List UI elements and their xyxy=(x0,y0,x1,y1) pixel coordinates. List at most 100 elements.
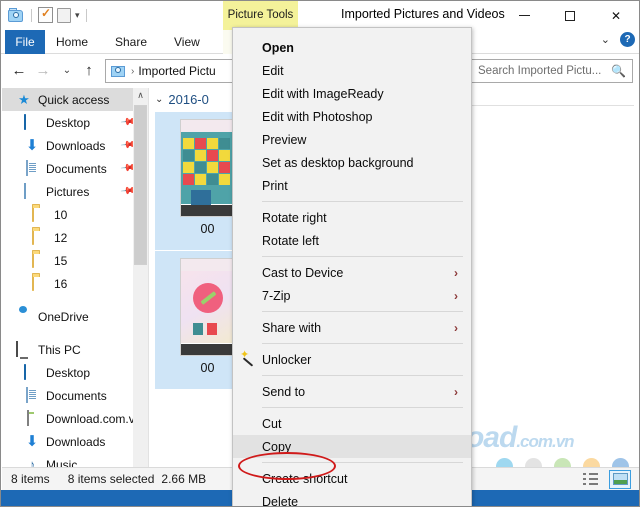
sidebar-item-pc-desktop[interactable]: Desktop xyxy=(2,361,148,384)
search-placeholder: Search Imported Pictu... xyxy=(478,65,601,77)
watermark-domain: .com.vn xyxy=(516,432,573,451)
chevron-down-icon[interactable]: ⌄ xyxy=(601,33,610,46)
context-menu-item-7-zip[interactable]: 7-Zip › xyxy=(233,284,471,307)
explorer-icon[interactable] xyxy=(8,8,25,23)
context-menu-item-label: Unlocker xyxy=(262,353,311,367)
properties-icon[interactable] xyxy=(38,7,53,23)
picture-tools-contextual-label: Picture Tools xyxy=(223,1,298,30)
context-menu-item-edit-with-imageready[interactable]: Edit with ImageReady xyxy=(233,82,471,105)
recent-locations-button[interactable]: ⌄ xyxy=(57,61,77,81)
sidebar-item-label: Desktop xyxy=(46,366,90,380)
large-icons-view-icon xyxy=(613,473,628,485)
close-button[interactable]: ✕ xyxy=(593,1,639,30)
up-button[interactable]: ↑ xyxy=(79,61,99,81)
star-icon: ★ xyxy=(16,92,32,108)
chevron-down-icon[interactable]: ⌄ xyxy=(155,94,163,105)
context-menu-item-unlocker[interactable]: Unlocker xyxy=(233,348,471,371)
chevron-right-icon: › xyxy=(454,266,458,280)
search-icon[interactable]: 🔍 xyxy=(611,64,626,78)
sidebar-item-folder-12[interactable]: 12 xyxy=(2,226,148,249)
sidebar-item-quick-access[interactable]: ★ Quick access xyxy=(2,88,148,111)
thumb-footer xyxy=(181,205,235,216)
sidebar-item-pc-downloads[interactable]: ⬇ Downloads xyxy=(2,430,148,453)
thumb-figure xyxy=(193,283,223,313)
help-icon[interactable]: ? xyxy=(620,32,635,47)
qat-divider xyxy=(31,9,32,22)
document-icon xyxy=(24,388,40,404)
sidebar-item-label: Quick access xyxy=(38,93,109,107)
breadcrumb[interactable]: Imported Pictu xyxy=(138,64,215,78)
status-item-count: 8 items xyxy=(11,472,50,486)
sidebar-item-label: Pictures xyxy=(46,185,89,199)
scrollbar-thumb[interactable] xyxy=(134,105,147,265)
context-menu-separator xyxy=(262,462,463,463)
sidebar-item-onedrive[interactable]: OneDrive xyxy=(2,305,148,328)
sidebar-item-pictures[interactable]: Pictures 📌 xyxy=(2,180,148,203)
context-menu-item-print[interactable]: Print xyxy=(233,174,471,197)
group-header-label: 2016-0 xyxy=(168,92,208,107)
scroll-up-icon[interactable]: ∧ xyxy=(133,88,148,103)
thumb-header xyxy=(181,259,235,271)
context-menu-item-delete[interactable]: Delete xyxy=(233,490,471,507)
folder-search-icon xyxy=(111,64,127,78)
computer-icon xyxy=(16,342,32,358)
view-toggle-group xyxy=(579,470,631,489)
search-input[interactable]: Search Imported Pictu... 🔍 xyxy=(471,59,633,83)
sidebar-item-desktop[interactable]: Desktop 📌 xyxy=(2,111,148,134)
sidebar-item-documents[interactable]: Documents 📌 xyxy=(2,157,148,180)
context-menu-separator xyxy=(262,343,463,344)
sidebar-item-downloads[interactable]: ⬇ Downloads 📌 xyxy=(2,134,148,157)
context-menu-item-set-as-desktop-background[interactable]: Set as desktop background xyxy=(233,151,471,174)
context-menu-item-edit-with-photoshop[interactable]: Edit with Photoshop xyxy=(233,105,471,128)
chevron-right-icon: › xyxy=(454,385,458,399)
minimize-button[interactable] xyxy=(501,1,547,30)
window-title: Imported Pictures and Videos xyxy=(341,7,505,21)
tab-home[interactable]: Home xyxy=(45,30,99,54)
context-menu-item-cast-to-device[interactable]: Cast to Device › xyxy=(233,261,471,284)
customize-qat-icon[interactable]: ▾ xyxy=(75,11,80,20)
context-menu-item-open[interactable]: Open xyxy=(233,36,471,59)
context-menu-item-preview[interactable]: Preview xyxy=(233,128,471,151)
window-controls: ✕ xyxy=(501,1,639,30)
sidebar-item-folder-15[interactable]: 15 xyxy=(2,249,148,272)
context-menu-item-edit[interactable]: Edit xyxy=(233,59,471,82)
folder-icon xyxy=(32,253,48,269)
context-menu[interactable]: Open Edit Edit with ImageReady Edit with… xyxy=(232,27,472,507)
context-menu-item-label: Share with xyxy=(262,321,321,335)
sidebar-item-label: 12 xyxy=(54,231,67,245)
sidebar-item-label: 15 xyxy=(54,254,67,268)
sidebar-item-folder-16[interactable]: 16 xyxy=(2,272,148,295)
monitor-icon xyxy=(24,365,40,381)
back-button[interactable]: ← xyxy=(9,61,29,81)
details-view-icon xyxy=(583,473,598,485)
context-menu-item-create-shortcut[interactable]: Create shortcut xyxy=(233,467,471,490)
context-menu-separator xyxy=(262,311,463,312)
forward-button[interactable]: → xyxy=(33,61,53,81)
details-view-button[interactable] xyxy=(579,470,601,489)
new-folder-icon[interactable] xyxy=(57,8,71,23)
group-header[interactable]: ⌄ 2016-0 xyxy=(155,92,209,107)
download-arrow-icon: ⬇ xyxy=(24,434,40,450)
sidebar-item-this-pc[interactable]: This PC xyxy=(2,338,148,361)
navigation-pane-scrollbar[interactable]: ∧ ∨ xyxy=(133,88,148,480)
context-menu-item-rotate-right[interactable]: Rotate right xyxy=(233,206,471,229)
tab-share[interactable]: Share xyxy=(104,30,158,54)
quick-access-toolbar: ▾ xyxy=(8,4,89,26)
cloud-icon xyxy=(16,309,32,325)
maximize-button[interactable] xyxy=(547,1,593,30)
context-menu-separator xyxy=(262,256,463,257)
context-menu-item-share-with[interactable]: Share with › xyxy=(233,316,471,339)
large-icons-view-button[interactable] xyxy=(609,470,631,489)
status-selected-size: 2.66 MB xyxy=(161,472,206,486)
sidebar-item-folder-10[interactable]: 10 xyxy=(2,203,148,226)
context-menu-item-copy[interactable]: Copy xyxy=(233,435,471,458)
context-menu-item-send-to[interactable]: Send to › xyxy=(233,380,471,403)
context-menu-item-rotate-left[interactable]: Rotate left xyxy=(233,229,471,252)
tab-view[interactable]: View xyxy=(163,30,211,54)
sidebar-item-label: 10 xyxy=(54,208,67,222)
sidebar-item-pc-documents[interactable]: Documents xyxy=(2,384,148,407)
sidebar-item-label: Downloads xyxy=(46,139,105,153)
sidebar-item-download-drive[interactable]: Download.com.v xyxy=(2,407,148,430)
tab-file[interactable]: File xyxy=(5,30,45,54)
context-menu-item-cut[interactable]: Cut xyxy=(233,412,471,435)
